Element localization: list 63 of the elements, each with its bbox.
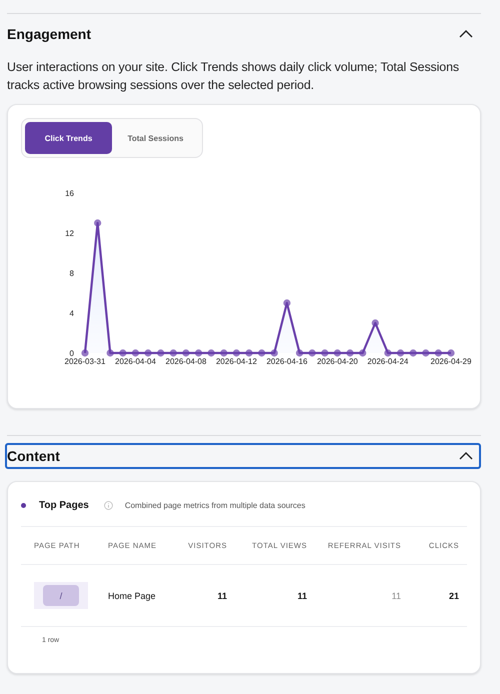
y-tick-label: 0 <box>70 349 75 358</box>
chevron-icon[interactable] <box>459 30 473 38</box>
data-point <box>194 349 202 357</box>
data-point <box>372 319 379 327</box>
section-title: Engagement <box>7 26 92 42</box>
x-tick-label: 2026-04-08 <box>166 357 207 366</box>
data-point <box>296 349 304 357</box>
data-point <box>384 349 392 357</box>
data-point <box>182 349 190 357</box>
data-point <box>220 349 228 357</box>
data-point <box>359 349 366 357</box>
section-title: Content <box>7 448 60 464</box>
data-point <box>283 299 291 307</box>
data-point <box>321 349 328 357</box>
tab[interactable]: Total Sessions <box>112 122 199 154</box>
table-cell-text: 21 <box>448 590 459 600</box>
section-header[interactable]: Engagement <box>5 21 481 47</box>
table-cell-text: Home Page <box>107 590 157 600</box>
data-point <box>106 349 114 357</box>
x-tick-label: 2026-04-12 <box>216 357 258 366</box>
data-point <box>245 349 253 357</box>
section-description: User interactions on your site. Click Trends shows daily click volume; Total Sessions tracks active browsing sessions over the selected period. <box>7 59 460 94</box>
data-point <box>94 219 102 227</box>
table-cell-text: 11 <box>390 590 401 600</box>
data-point <box>396 349 404 357</box>
data-point <box>119 349 126 357</box>
chevron-icon[interactable] <box>459 452 473 460</box>
data-point <box>334 349 342 357</box>
x-tick-label: 2026-04-16 <box>266 357 308 366</box>
data-point <box>346 349 354 357</box>
y-tick-label: 12 <box>65 229 75 238</box>
data-point <box>410 349 417 357</box>
x-tick-label: 2026-04-29 <box>430 357 472 366</box>
info-icon <box>104 500 113 510</box>
table-cell-text: 11 <box>296 590 307 600</box>
data-point <box>81 349 89 357</box>
x-tick-label: 2026-04-20 <box>316 357 358 366</box>
data-point <box>157 349 164 357</box>
card-background: Click Trends Total Sessions 0 4 8 12 16 2026-03-31 2026-04-04 2026-04-08 2026-04-12 2026-04-16 2026-04-20 2026-04-24 2026-04-29 <box>7 104 481 409</box>
data-point <box>208 349 215 357</box>
tab[interactable]: Click Trends <box>25 122 112 154</box>
y-tick-label: 4 <box>70 309 75 318</box>
x-tick-label: 2026-03-31 <box>64 357 106 366</box>
y-tick-label: 8 <box>70 269 75 278</box>
data-point <box>258 349 266 357</box>
data-point <box>434 349 442 357</box>
data-point <box>132 349 140 357</box>
bullet-icon <box>21 502 26 508</box>
data-point <box>144 349 152 357</box>
data-point <box>170 349 177 357</box>
section-header[interactable]: Content <box>5 443 481 469</box>
data-point <box>308 349 316 357</box>
data-point <box>422 349 430 357</box>
table-cell-text: 11 <box>216 590 227 600</box>
panel-title: Top Pages <box>39 500 89 510</box>
data-point <box>270 349 278 357</box>
data-point <box>447 349 455 357</box>
data-point <box>232 349 240 357</box>
x-tick-label: 2026-04-04 <box>115 357 156 366</box>
path-tag: / <box>43 585 79 606</box>
y-tick-label: 16 <box>65 189 75 198</box>
x-tick-label: 2026-04-24 <box>367 357 409 366</box>
panel-subtitle: Combined page metrics from multiple data sources <box>124 500 306 510</box>
